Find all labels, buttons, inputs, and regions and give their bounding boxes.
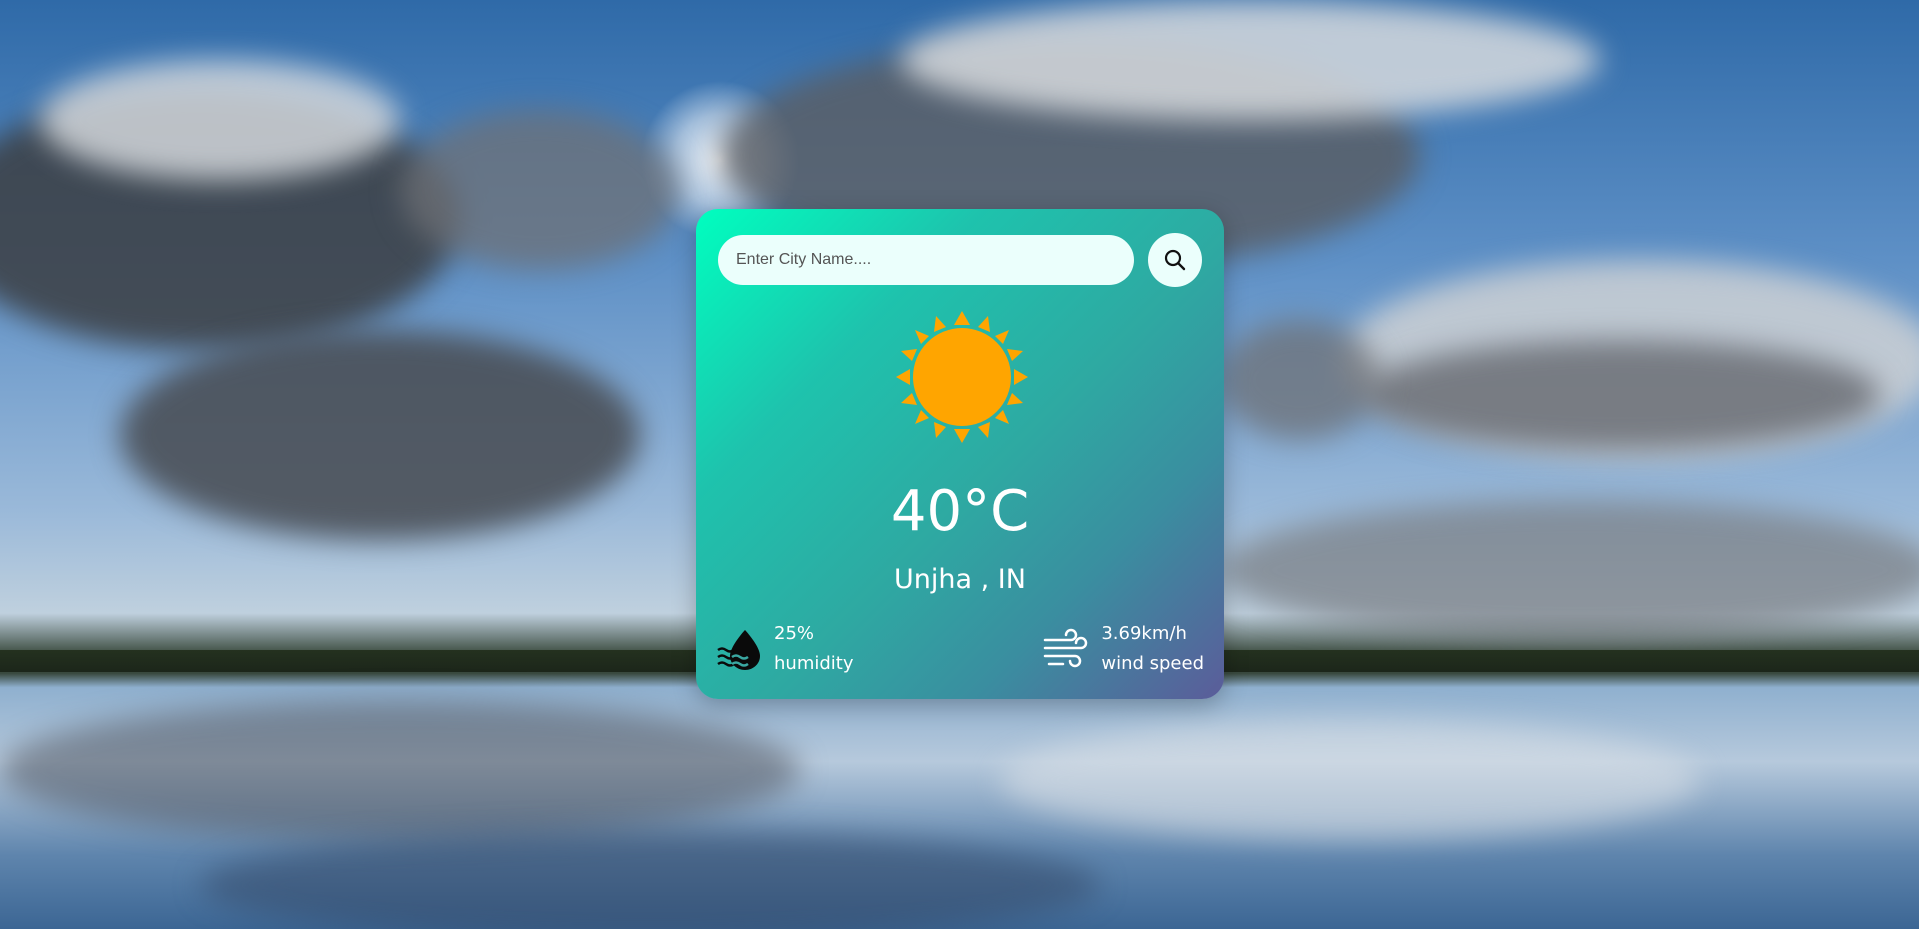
cloud-shape [120, 330, 640, 540]
search-icon [1164, 249, 1186, 271]
cloud-shape [1220, 320, 1380, 440]
cloud-shape [1220, 500, 1919, 640]
humidity-value: 25% [774, 623, 815, 644]
search-bar [718, 233, 1202, 289]
wind-section: 3.69km/h wind speed [1043, 619, 1204, 679]
city-name: Unjha , IN [894, 564, 1026, 595]
weather-card: 40°C Unjha , IN 25% humidity 3.69km/h [696, 209, 1224, 699]
cloud-shape [40, 60, 400, 180]
cloud-reflection [200, 830, 1100, 929]
city-search-input[interactable] [718, 235, 1134, 285]
cloud-reflection [1000, 720, 1700, 840]
cloud-reflection [0, 700, 800, 840]
humidity-drop-icon [717, 630, 760, 670]
cloud-shape [1360, 340, 1880, 450]
sun-icon [896, 311, 1028, 443]
humidity-text: 25% humidity [774, 619, 854, 679]
search-button[interactable] [1148, 233, 1202, 287]
wind-label: wind speed [1101, 653, 1204, 674]
wind-icon [1044, 628, 1088, 668]
humidity-section: 25% humidity [716, 619, 854, 679]
cloud-shape [900, 0, 1600, 120]
temperature: 40°C [890, 479, 1030, 544]
wind-text: 3.69km/h wind speed [1101, 619, 1204, 679]
cloud-shape [400, 110, 680, 270]
humidity-label: humidity [774, 653, 854, 674]
wind-value: 3.69km/h [1101, 623, 1187, 644]
